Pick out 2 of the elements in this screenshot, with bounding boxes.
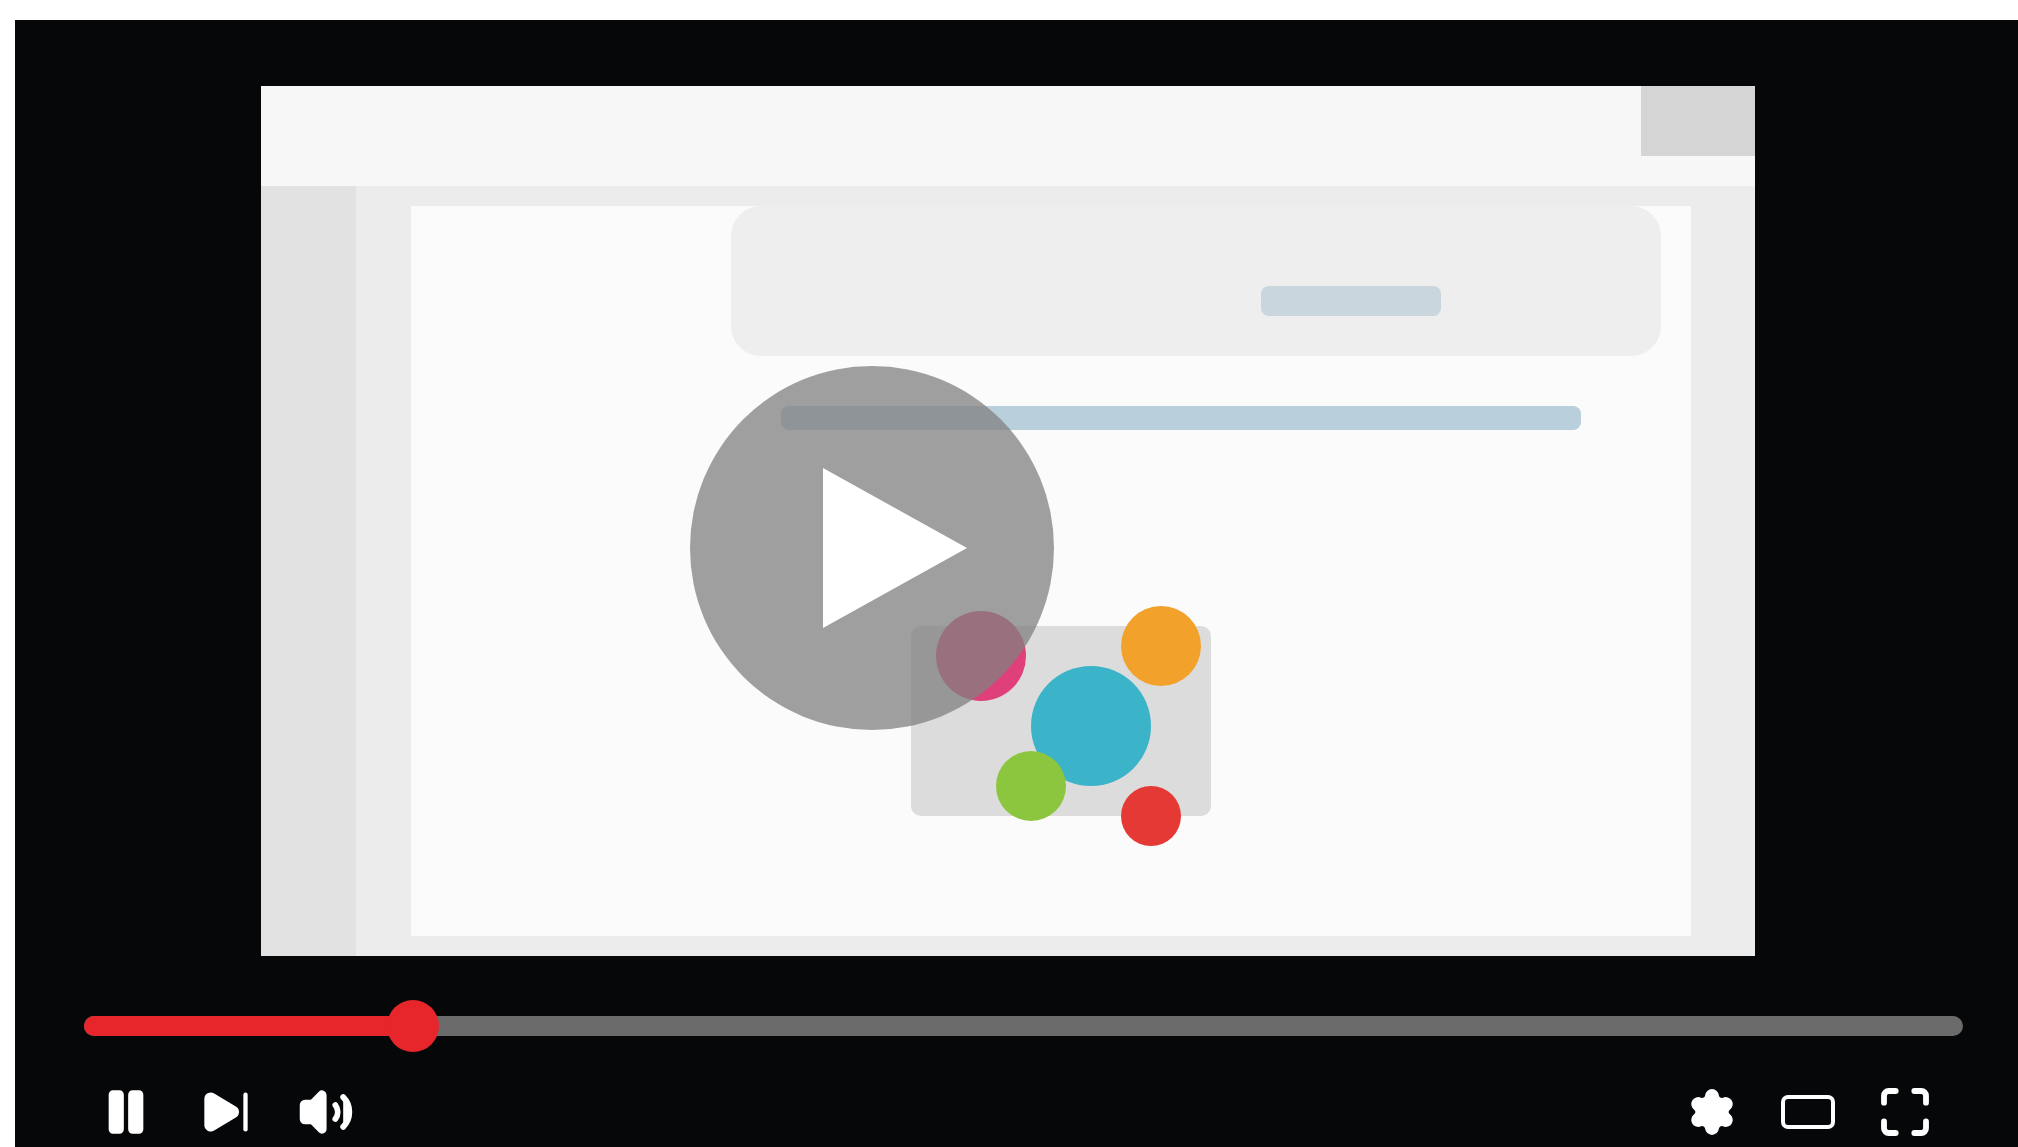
progress-track[interactable] [84,1016,1963,1036]
progress-handle[interactable] [386,1000,439,1052]
